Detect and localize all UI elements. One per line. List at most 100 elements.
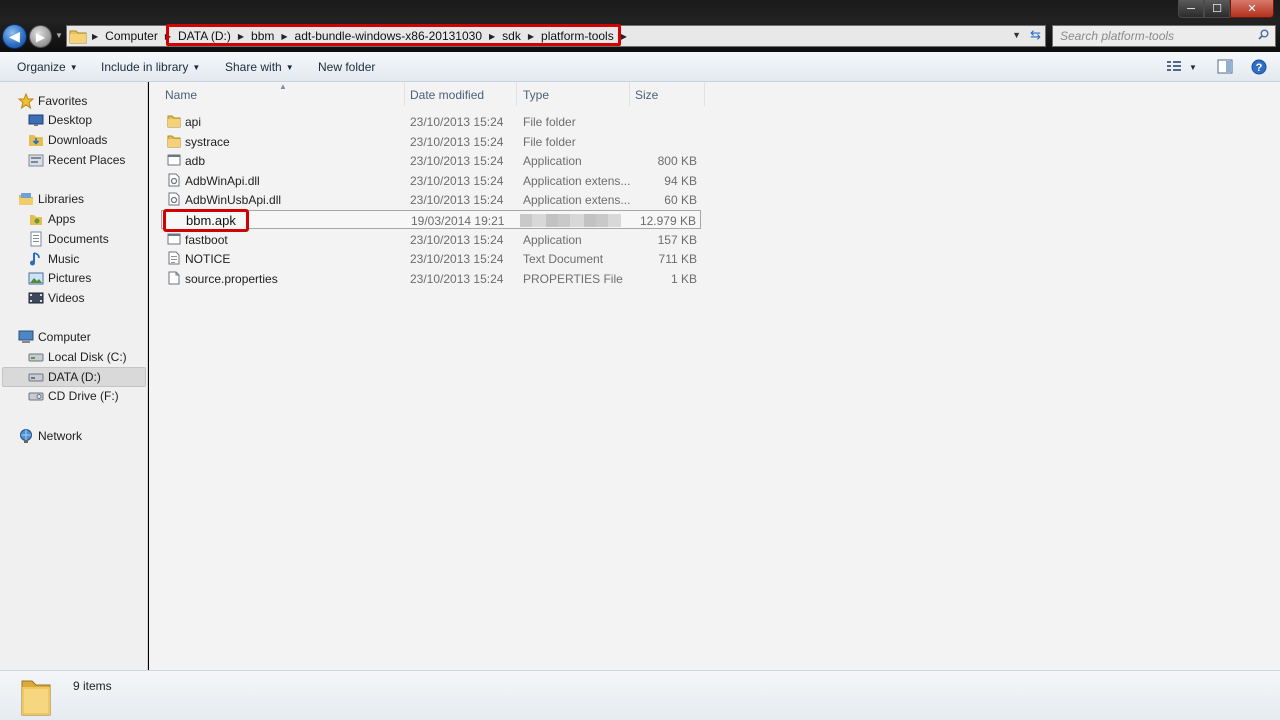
sidebar-item-label: CD Drive (F:): [48, 389, 119, 403]
breadcrumb-separator-icon[interactable]: ▶: [486, 32, 498, 41]
maximize-button[interactable]: ☐: [1204, 0, 1230, 18]
recent-pages-dropdown[interactable]: ▼: [55, 31, 63, 40]
sidebar-item-label: Apps: [48, 212, 76, 226]
sidebar-item-label: Computer: [38, 330, 91, 344]
sidebar-item-label: Recent Places: [48, 153, 126, 167]
blurred-file-type: [520, 214, 621, 227]
breadcrumb-separator-icon[interactable]: ▶: [162, 32, 174, 41]
window-controls: ─ ☐ ✕: [1178, 0, 1274, 18]
drive-icon: [28, 349, 44, 365]
file-name: AdbWinApi.dll: [185, 174, 260, 188]
sidebar-item-downloads[interactable]: Downloads: [28, 130, 107, 150]
file-type: Application extens...: [523, 174, 631, 188]
breadcrumb-separator-icon[interactable]: ▶: [89, 32, 101, 41]
breadcrumb-bbm[interactable]: bbm: [247, 26, 278, 46]
music-note-icon: [28, 251, 44, 267]
help-icon[interactable]: ?: [1251, 59, 1267, 75]
column-divider[interactable]: [704, 82, 705, 106]
sidebar-item-music[interactable]: Music: [28, 249, 79, 269]
sidebar-item-label: Libraries: [38, 192, 85, 206]
file-row[interactable]: fastboot 23/10/2013 15:24 Application 15…: [161, 230, 701, 249]
sidebar-item-apps[interactable]: Apps: [28, 209, 75, 229]
breadcrumb-data-drive[interactable]: DATA (D:): [174, 26, 235, 46]
chevron-down-icon: ▼: [285, 63, 294, 72]
breadcrumb-separator-icon[interactable]: ▶: [525, 32, 537, 41]
sidebar-item-data-d[interactable]: DATA (D:): [28, 367, 101, 387]
computer-icon: [18, 329, 34, 345]
column-divider[interactable]: [516, 82, 517, 106]
file-date: 23/10/2013 15:24: [410, 174, 504, 188]
column-divider[interactable]: [404, 82, 405, 106]
column-header-date-modified[interactable]: Date modified: [410, 88, 484, 102]
file-row[interactable]: source.properties 23/10/2013 15:24 PROPE…: [161, 269, 701, 288]
search-input[interactable]: Search platform-tools: [1052, 25, 1276, 47]
file-date: 23/10/2013 15:24: [410, 115, 504, 129]
sidebar-item-label: Pictures: [48, 271, 92, 285]
apk-file-highlight-box[interactable]: bbm.apk: [163, 209, 249, 232]
file-type: File folder: [523, 135, 576, 149]
include-in-library-menu[interactable]: Include in library ▼: [101, 60, 200, 74]
desktop-icon: [28, 112, 44, 128]
sidebar-item-recent-places[interactable]: Recent Places: [28, 150, 125, 170]
sidebar-item-libraries[interactable]: Libraries: [18, 189, 84, 209]
file-row[interactable]: api 23/10/2013 15:24 File folder: [161, 112, 701, 131]
close-button[interactable]: ✕: [1230, 0, 1274, 18]
column-divider[interactable]: [629, 82, 630, 106]
file-row[interactable]: NOTICE 23/10/2013 15:24 Text Document 71…: [161, 249, 701, 268]
breadcrumb-separator-icon[interactable]: ▶: [235, 32, 247, 41]
svg-text:?: ?: [1256, 62, 1263, 74]
sidebar-item-pictures[interactable]: Pictures: [28, 268, 91, 288]
sidebar-item-local-disk-c[interactable]: Local Disk (C:): [28, 347, 127, 367]
breadcrumb-adt-bundle[interactable]: adt-bundle-windows-x86-20131030: [291, 26, 486, 46]
chevron-down-icon: ▼: [192, 63, 201, 72]
breadcrumb-separator-icon[interactable]: ▶: [278, 32, 290, 41]
refresh-icon[interactable]: ⇆: [1030, 27, 1041, 43]
file-row[interactable]: AdbWinApi.dll 23/10/2013 15:24 Applicati…: [161, 171, 701, 190]
file-name: api: [185, 115, 202, 129]
breadcrumb-separator-icon[interactable]: ▶: [618, 32, 630, 41]
file-date: 23/10/2013 15:24: [410, 252, 504, 266]
command-bar: Organize ▼ Include in library ▼ Share with…: [0, 52, 1280, 82]
sidebar-item-computer[interactable]: Computer: [18, 327, 91, 347]
sidebar-item-documents[interactable]: Documents: [28, 229, 109, 249]
column-header-size[interactable]: Size: [635, 88, 658, 102]
file-name: systrace: [185, 135, 230, 149]
organize-label: Organize: [17, 60, 66, 74]
view-options-icon[interactable]: [1166, 59, 1182, 73]
breadcrumb-computer[interactable]: Computer: [101, 26, 162, 46]
address-bar[interactable]: ▶ Computer ▶ DATA (D:) ▶ bbm ▶ adt-bundl…: [66, 24, 1046, 47]
forward-button[interactable]: ▶: [29, 25, 52, 48]
generic-file-icon: [168, 271, 180, 285]
file-size: 157 KB: [657, 233, 697, 247]
file-date: 19/03/2014 19:21: [411, 214, 505, 228]
share-with-label: Share with: [225, 60, 282, 74]
sidebar-item-network[interactable]: Network: [18, 426, 82, 446]
search-icon[interactable]: [1258, 29, 1269, 40]
sidebar-item-cd-drive-f[interactable]: CD Drive (F:): [28, 386, 119, 406]
breadcrumb-sdk[interactable]: sdk: [498, 26, 525, 46]
file-row[interactable]: systrace 23/10/2013 15:24 File folder: [161, 132, 701, 151]
sidebar-item-videos[interactable]: Videos: [28, 288, 84, 308]
sidebar-item-desktop[interactable]: Desktop: [28, 110, 92, 130]
column-header-name[interactable]: Name: [165, 88, 197, 102]
column-header-type[interactable]: Type: [523, 88, 549, 102]
sidebar-item-favorites[interactable]: Favorites: [17, 91, 87, 111]
preview-pane-icon[interactable]: [1217, 59, 1233, 74]
minimize-button[interactable]: ─: [1178, 0, 1204, 18]
back-button[interactable]: ◀: [2, 24, 27, 49]
file-row[interactable]: adb 23/10/2013 15:24 Application 800 KB: [161, 151, 701, 170]
file-size: 12.979 KB: [639, 214, 696, 228]
breadcrumb-platform-tools[interactable]: platform-tools: [537, 26, 618, 46]
view-dropdown-icon[interactable]: ▼: [1189, 63, 1197, 72]
back-arrow-icon: ◀: [9, 28, 20, 44]
file-name: NOTICE: [185, 252, 231, 266]
file-row[interactable]: AdbWinUsbApi.dll 23/10/2013 15:24 Applic…: [161, 190, 701, 209]
title-bar: ─ ☐ ✕ ◀ ▶ ▼ ▶ Computer ▶ DATA (D:) ▶ bbm…: [0, 0, 1280, 52]
new-folder-button[interactable]: New folder: [318, 60, 375, 74]
organize-menu[interactable]: Organize ▼: [17, 60, 78, 74]
file-name: bbm.apk: [186, 213, 236, 228]
drive-icon: [28, 369, 44, 385]
sidebar-item-label: Music: [48, 252, 80, 266]
address-dropdown-icon[interactable]: ▼: [1012, 30, 1021, 40]
share-with-menu[interactable]: Share with ▼: [225, 60, 294, 74]
